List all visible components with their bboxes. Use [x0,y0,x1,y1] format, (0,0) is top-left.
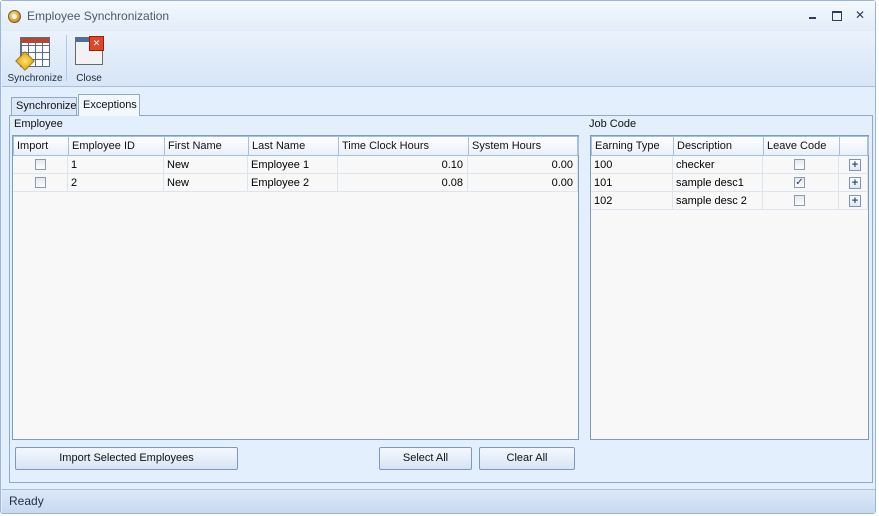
employee-grid-header: Import Employee ID First Name Last Name … [13,136,579,156]
col-leave-code[interactable]: Leave Code [764,137,840,155]
window-title: Employee Synchronization [27,9,170,23]
last-name-cell: Employee 2 [248,174,338,192]
col-employee-id[interactable]: Employee ID [69,137,165,155]
synchronize-label: Synchronize [7,73,63,84]
status-bar: Ready [2,489,875,513]
clear-all-button[interactable]: Clear All [479,447,575,470]
leave-code-checkbox[interactable] [794,195,805,206]
close-button[interactable]: Close [72,33,106,85]
leave-code-checkbox[interactable] [794,159,805,170]
add-icon[interactable]: + [849,195,861,207]
maximize-button[interactable] [828,7,844,23]
leave-code-cell [763,192,839,210]
employee-id-cell: 1 [68,156,164,174]
system-hours-cell: 0.00 [468,156,578,174]
col-time-clock-hours[interactable]: Time Clock Hours [339,137,469,155]
job-code-group-label: Job Code [589,118,637,130]
synchronize-button[interactable]: Synchronize [6,33,64,85]
status-text: Ready [9,494,44,508]
tab-synchronize[interactable]: Synchronize [11,97,77,116]
earning-type-cell: 102 [591,192,673,210]
import-selected-employees-button[interactable]: Import Selected Employees [15,447,238,470]
employee-id-cell: 2 [68,174,164,192]
import-cell [13,156,68,174]
table-row[interactable]: 1 New Employee 1 0.10 0.00 [13,156,578,174]
table-row[interactable]: 2 New Employee 2 0.08 0.00 [13,174,578,192]
action-cell: + [839,156,868,174]
table-row[interactable]: 101 sample desc1 ✓ + [591,174,868,192]
action-cell: + [839,174,868,192]
close-document-icon [75,36,104,65]
employee-sync-window: Employee Synchronization ✕ Synchronize C… [0,0,876,514]
action-cell: + [839,192,868,210]
job-code-grid-header: Earning Type Description Leave Code [591,136,869,156]
import-checkbox[interactable] [35,159,46,170]
col-action [840,137,869,155]
description-cell: sample desc 2 [673,192,763,210]
app-icon [8,10,21,23]
earning-type-cell: 101 [591,174,673,192]
first-name-cell: New [164,174,248,192]
synchronize-icon [20,37,50,67]
leave-code-cell: ✓ [763,174,839,192]
close-label: Close [76,73,102,84]
description-cell: sample desc1 [673,174,763,192]
system-hours-cell: 0.00 [468,174,578,192]
time-clock-hours-cell: 0.08 [338,174,468,192]
leave-code-checkbox[interactable]: ✓ [794,177,805,188]
title-bar: Employee Synchronization ✕ [1,1,875,31]
toolbar: Synchronize Close [2,31,875,87]
import-checkbox[interactable] [35,177,46,188]
col-import[interactable]: Import [14,137,69,155]
employee-grid: Import Employee ID First Name Last Name … [12,135,579,440]
table-row[interactable]: 100 checker + [591,156,868,174]
col-earning-type[interactable]: Earning Type [592,137,674,155]
add-icon[interactable]: + [849,159,861,171]
description-cell: checker [673,156,763,174]
first-name-cell: New [164,156,248,174]
leave-code-cell [763,156,839,174]
col-system-hours[interactable]: System Hours [469,137,579,155]
employee-group-label: Employee [14,118,63,130]
minimize-button[interactable] [805,7,821,23]
last-name-cell: Employee 1 [248,156,338,174]
close-window-button[interactable]: ✕ [852,7,868,23]
select-all-button[interactable]: Select All [379,447,472,470]
col-last-name[interactable]: Last Name [249,137,339,155]
col-first-name[interactable]: First Name [165,137,249,155]
col-description[interactable]: Description [674,137,764,155]
import-cell [13,174,68,192]
tab-exceptions[interactable]: Exceptions [78,94,140,116]
add-icon[interactable]: + [849,177,861,189]
exceptions-panel: Employee Import Employee ID First Name L… [9,115,873,483]
time-clock-hours-cell: 0.10 [338,156,468,174]
table-row[interactable]: 102 sample desc 2 + [591,192,868,210]
job-code-grid: Earning Type Description Leave Code 100 … [590,135,869,440]
earning-type-cell: 100 [591,156,673,174]
toolbar-separator [66,35,67,81]
